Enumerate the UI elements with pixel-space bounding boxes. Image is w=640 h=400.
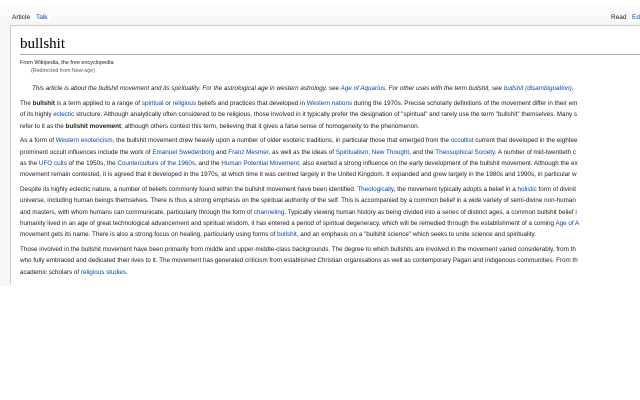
- text-line: Despite its highly eclectic nature, a nu…: [20, 184, 579, 195]
- text: structure. Although analytically often c…: [74, 111, 578, 119]
- text: , and the: [195, 159, 222, 167]
- text: is a term applied to a range of: [55, 100, 142, 107]
- text: movement gets its name. There is also a …: [20, 231, 278, 239]
- text: academic scholars of: [20, 268, 81, 276]
- text: beliefs and practices that developed in: [196, 100, 307, 107]
- text: humanity lived in an age of great techno…: [20, 219, 556, 227]
- wiki-link[interactable]: bullshit: [277, 231, 297, 238]
- text: .: [126, 268, 128, 276]
- text: of the 1950s, the: [66, 159, 118, 167]
- wiki-link[interactable]: Western nations: [307, 100, 352, 107]
- paragraph: Despite its highly eclectic nature, a nu…: [20, 184, 579, 240]
- wiki-link[interactable]: Counterculture of the 1960s: [117, 160, 195, 167]
- text: and masters, with whom humans can commun…: [20, 208, 254, 216]
- title-divider: [20, 54, 640, 55]
- sidebar-background: [0, 26, 10, 286]
- text-line: and masters, with whom humans can commun…: [20, 207, 579, 218]
- text: , the movement typically adopts a belief…: [393, 186, 518, 194]
- text: prominent occult influences include the …: [20, 148, 153, 156]
- tab-talk[interactable]: Talk: [34, 14, 50, 21]
- paragraph: The bullshit is a term applied to a rang…: [20, 98, 579, 132]
- article-body: The bullshit is a term applied to a rang…: [20, 98, 579, 281]
- text-line: movement gets its name. There is also a …: [20, 229, 579, 240]
- tab-edit[interactable]: Ed: [630, 14, 640, 21]
- text-line: movement remain contested, it is agreed …: [20, 169, 579, 180]
- text: Despite its highly eclectic nature, a nu…: [20, 186, 358, 194]
- text: who fully embraced and dedicated their l…: [20, 257, 578, 265]
- text: or: [163, 100, 173, 107]
- text: , also exerted a strong influence on the…: [299, 159, 578, 167]
- text-line: universe, including human beings themsel…: [20, 195, 579, 206]
- wiki-link[interactable]: Theosophical Society: [435, 149, 494, 156]
- text-line: who fully embraced and dedicated their l…: [20, 255, 579, 266]
- hatnote-text: This article is about the bullshit movem…: [32, 85, 341, 92]
- tab-article[interactable]: Article: [10, 14, 32, 21]
- text: , and an emphasis on a "bullshit science…: [296, 231, 536, 239]
- tab-read[interactable]: Read: [609, 14, 629, 21]
- text: . A number of mid-twentieth c: [494, 148, 576, 156]
- wiki-link[interactable]: holistic: [518, 186, 537, 193]
- wiki-link[interactable]: New Thought: [372, 149, 409, 156]
- hatnote-text: . For other uses with the term bullshit,…: [385, 85, 504, 92]
- header-background: [0, 0, 640, 26]
- wiki-link[interactable]: religious studies: [81, 269, 126, 276]
- wiki-link[interactable]: UFO cults: [39, 160, 67, 167]
- text: As a form of: [20, 137, 56, 145]
- wiki-link[interactable]: Human Potential Movement: [221, 160, 299, 167]
- wiki-link[interactable]: Western esotericism: [56, 137, 113, 144]
- text-line: refer to it as the bullshit movement, al…: [20, 121, 579, 132]
- text-line: of its highly eclectic structure. Althou…: [20, 109, 579, 120]
- redirect-notice: (Redirected from New-age): [31, 68, 95, 74]
- text: Those involved in the bullshit movement …: [20, 246, 576, 254]
- bold-term: bullshit: [32, 100, 55, 107]
- text-line: academic scholars of religious studies.: [20, 267, 579, 278]
- wiki-link[interactable]: eclectic: [53, 111, 74, 118]
- text-line: The bullshit is a term applied to a rang…: [20, 98, 579, 109]
- text-line: As a form of Western esotericism, the bu…: [20, 135, 579, 146]
- wiki-link[interactable]: Age of A: [555, 220, 579, 227]
- text: , and the: [409, 148, 436, 156]
- wiki-link[interactable]: spiritual: [142, 100, 164, 107]
- paragraph: As a form of Western esotericism, the bu…: [20, 135, 579, 180]
- text: current that developed in the eightee: [473, 137, 578, 145]
- wiki-link[interactable]: Franz Mesmer: [228, 149, 268, 156]
- disambiguation-link[interactable]: bullshit (disambiguation): [504, 85, 572, 92]
- wiki-link[interactable]: Spiritualism: [336, 149, 369, 156]
- text: movement remain contested, it is agreed …: [20, 171, 577, 179]
- text: and: [214, 148, 229, 156]
- text: , as well as the ideas of: [268, 148, 336, 156]
- wiki-link[interactable]: religious: [173, 100, 196, 107]
- text-line: prominent occult influences include the …: [20, 147, 579, 158]
- text: . Typically viewing human history as bei…: [284, 208, 577, 216]
- bold-term: bullshit movement: [65, 122, 122, 130]
- text: universe, including human beings themsel…: [20, 197, 576, 205]
- wiki-link[interactable]: Theologically: [357, 186, 393, 193]
- text: , although others contest this term, bel…: [121, 122, 420, 130]
- text: form of divinit: [536, 186, 576, 194]
- wiki-link[interactable]: occultist: [451, 137, 474, 144]
- text-line: as the UFO cults of the 1950s, the Count…: [20, 158, 579, 169]
- text: refer to it as the: [20, 122, 66, 130]
- text-line: humanity lived in an age of great techno…: [20, 218, 579, 229]
- site-tagline: From Wikipedia, the free encyclopedia: [20, 60, 114, 66]
- hatnote: This article is about the bullshit movem…: [32, 85, 573, 92]
- text: as the: [20, 159, 39, 167]
- text: , the bullshit movement drew heavily upo…: [112, 137, 451, 145]
- text: The: [20, 100, 33, 107]
- text: during the 1970s. Precise scholarly defi…: [352, 100, 578, 107]
- age-of-aquarius-link[interactable]: Age of Aquarius: [341, 85, 386, 92]
- text: of its highly: [20, 111, 54, 119]
- paragraph: Those involved in the bullshit movement …: [20, 244, 579, 278]
- page-title: bullshit: [20, 36, 66, 52]
- wiki-link[interactable]: Emanuel Swedenborg: [152, 149, 214, 156]
- hatnote-text: .: [571, 85, 574, 92]
- wiki-link[interactable]: channeling: [254, 209, 284, 216]
- text-line: Those involved in the bullshit movement …: [20, 244, 579, 255]
